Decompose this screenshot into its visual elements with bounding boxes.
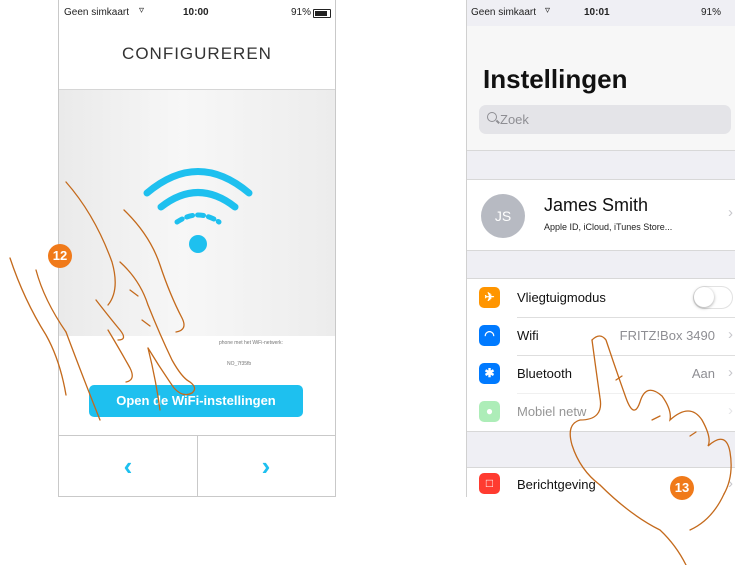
- step-badge: 12: [48, 244, 72, 268]
- step-badge: 13: [670, 476, 694, 500]
- pointing-hand-illustration: [9, 181, 732, 565]
